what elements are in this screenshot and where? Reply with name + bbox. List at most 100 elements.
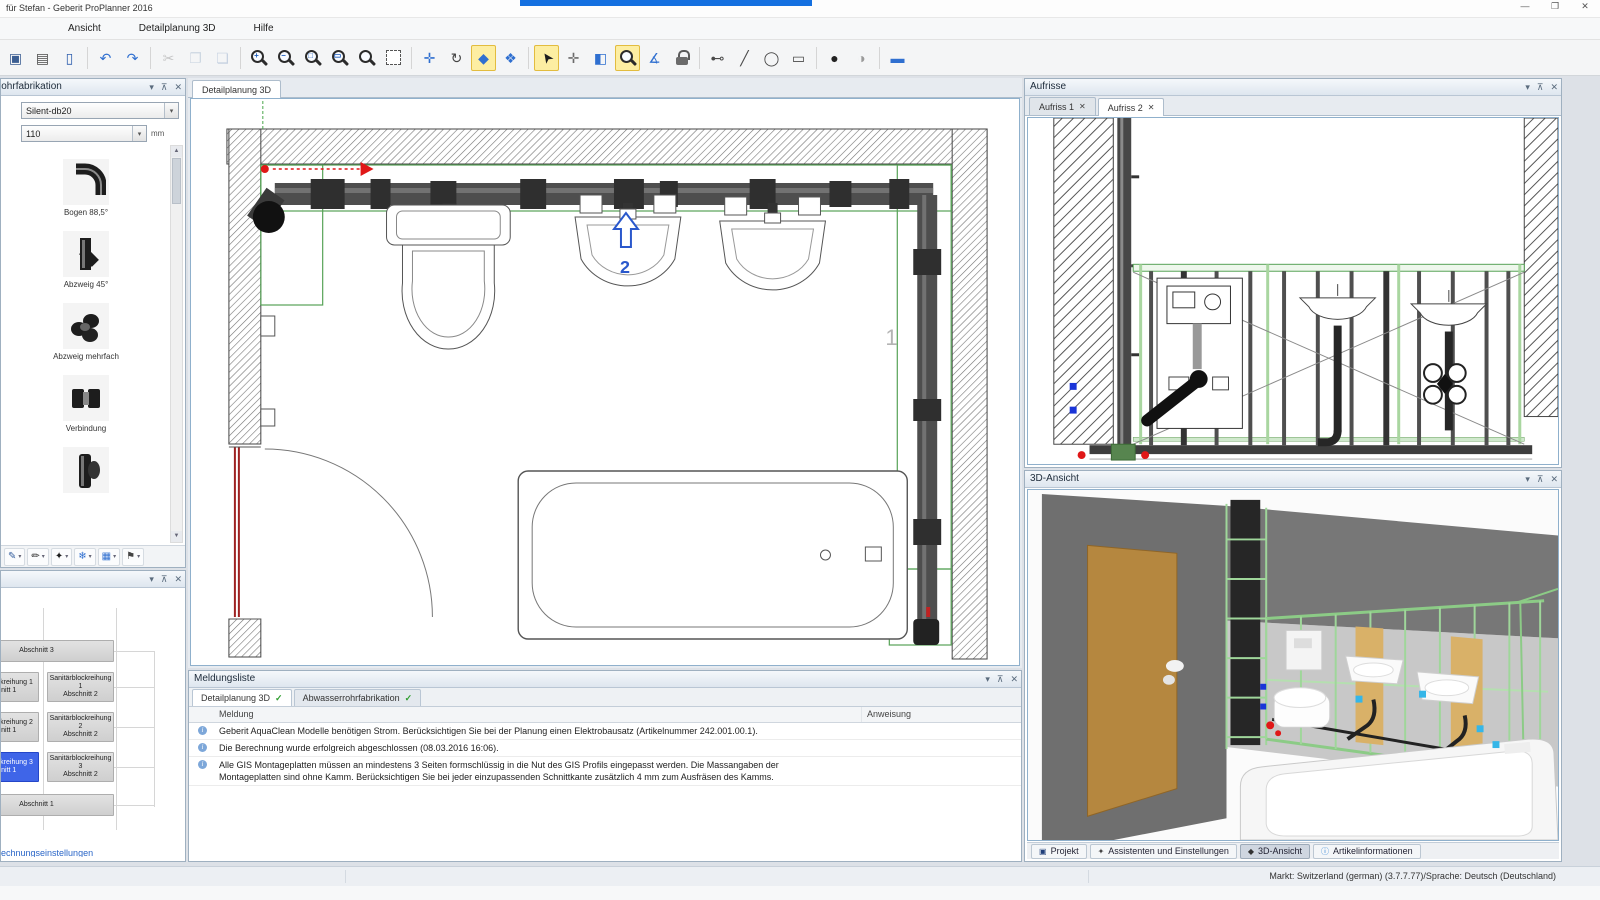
minimize-button[interactable]: — — [1518, 1, 1532, 12]
close-button[interactable]: ✕ — [1578, 1, 1592, 12]
chevron-down-icon[interactable]: ▾ — [149, 80, 154, 95]
move-button[interactable]: ✛ — [561, 45, 586, 71]
block-cell[interactable]: Sanitärblockreihung 1Abschnitt 1 — [1, 672, 39, 702]
component-select-button[interactable]: ◧ — [588, 45, 613, 71]
close-icon[interactable]: ✕ — [1550, 80, 1558, 95]
tab-artikelinformationen[interactable]: ⓘArtikelinformationen — [1313, 844, 1421, 859]
edit-tool-button[interactable]: ✎▾ — [4, 548, 25, 566]
tab-aufriss-1[interactable]: Aufriss 1✕ — [1029, 97, 1096, 115]
chevron-down-icon[interactable]: ▾ — [1525, 80, 1530, 95]
pan-button[interactable]: ✛ — [417, 45, 442, 71]
ellipse-tool-button[interactable]: ◯ — [759, 45, 784, 71]
message-row[interactable]: iGeberit AquaClean Modelle benötigen Str… — [189, 723, 1021, 740]
elevation-canvas[interactable] — [1027, 117, 1559, 465]
pipe-run-button[interactable]: ▬ — [885, 45, 910, 71]
highlight-parts-button[interactable]: ◆ — [471, 45, 496, 71]
pin-icon[interactable]: ⊼ — [161, 80, 168, 95]
measure-button[interactable]: ∡ — [642, 45, 667, 71]
menu-ansicht[interactable]: Ansicht — [58, 20, 111, 37]
close-icon[interactable]: ✕ — [174, 80, 182, 95]
sphere-dark-button[interactable]: ● — [822, 45, 847, 71]
system-select[interactable]: Silent-db20 ▾ — [21, 102, 179, 119]
tab-aufriss-2[interactable]: Aufriss 2✕ — [1098, 98, 1165, 116]
pin-icon[interactable]: ⊼ — [997, 672, 1004, 687]
calculation-settings-link[interactable]: Berechnungseinstellungen — [1, 848, 93, 857]
tab-assistenten-und-einstellungen[interactable]: ✦Assistenten und Einstellungen — [1090, 844, 1237, 859]
messages-table-header: Meldung Anweisung — [189, 707, 1021, 723]
layer-tool-button[interactable]: ⚑▾ — [122, 548, 144, 566]
zoom-fit-button[interactable]: ▭ — [327, 45, 352, 71]
zoom-region-button[interactable] — [381, 45, 406, 71]
parts-scrollbar[interactable]: ▲ ▼ — [170, 145, 183, 543]
close-icon[interactable]: ✕ — [1148, 103, 1155, 112]
sphere-light-button[interactable]: ◑ — [849, 45, 874, 71]
diameter-select[interactable]: 110 ▾ — [21, 125, 147, 142]
menu-hilfe[interactable]: Hilfe — [244, 20, 284, 37]
dimension-button[interactable]: ⊷ — [705, 45, 730, 71]
chevron-down-icon[interactable]: ▾ — [164, 103, 178, 118]
view-3d-canvas[interactable] — [1027, 489, 1559, 841]
cut-button[interactable]: ✂ — [156, 45, 181, 71]
redo-button[interactable]: ↷ — [120, 45, 145, 71]
tab-projekt[interactable]: ▣Projekt — [1031, 844, 1087, 859]
catalog-item[interactable]: Bogen 88,5° — [3, 159, 169, 217]
undo-button[interactable]: ↶ — [93, 45, 118, 71]
pin-icon[interactable]: ⊼ — [1537, 80, 1544, 95]
message-row[interactable]: iDie Berechnung wurde erfolgreich abgesc… — [189, 740, 1021, 757]
draw-tool-button[interactable]: ✏▾ — [27, 548, 48, 566]
block-cell[interactable]: Sanitärblockreihung 1Abschnitt 2 — [47, 672, 114, 702]
marker-tool-button[interactable]: ✦▾ — [51, 548, 72, 566]
copy-button[interactable]: ❐ — [183, 45, 208, 71]
scroll-up-icon[interactable]: ▲ — [171, 146, 182, 157]
zoom-previous-button[interactable] — [354, 45, 379, 71]
block-cell[interactable]: Sanitärblockreihung 2Abschnitt 1 — [1, 712, 39, 742]
catalog-item[interactable]: Verbindung — [3, 375, 169, 433]
close-icon[interactable]: ✕ — [1550, 472, 1558, 487]
block-cell[interactable]: Sanitärblockreihung 2Abschnitt 2 — [47, 712, 114, 742]
scrollbar-thumb[interactable] — [172, 158, 181, 204]
scroll-down-icon[interactable]: ▼ — [171, 531, 182, 542]
paint-parts-button[interactable]: ❖ — [498, 45, 523, 71]
tab-3d-ansicht[interactable]: ◆3D-Ansicht — [1240, 844, 1310, 859]
block-cell[interactable]: Sanitärblockreihung 3Abschnitt 1 — [1, 752, 39, 782]
print-button[interactable]: ▤ — [30, 45, 55, 71]
catalog-item[interactable] — [3, 447, 169, 496]
lock-button[interactable] — [669, 45, 694, 71]
grid-tool-button[interactable]: ▦▾ — [98, 548, 120, 566]
close-icon[interactable]: ✕ — [1010, 672, 1018, 687]
maximize-button[interactable]: ❐ — [1548, 1, 1562, 12]
chevron-down-icon[interactable]: ▾ — [149, 572, 154, 587]
rect-tool-button[interactable]: ▭ — [786, 45, 811, 71]
pin-icon[interactable]: ⊼ — [161, 572, 168, 587]
catalog-item[interactable]: Abzweig mehrfach — [3, 303, 169, 361]
zoom-selection-button[interactable] — [615, 45, 640, 71]
orbit-button[interactable]: ↻ — [444, 45, 469, 71]
menu-detailplanung-3d[interactable]: Detailplanung 3D — [129, 20, 226, 37]
close-icon[interactable]: ✕ — [1079, 102, 1086, 111]
save-button[interactable]: ▣ — [3, 45, 28, 71]
chevron-down-icon[interactable]: ▾ — [1525, 472, 1530, 487]
tab-detailplanung-3d[interactable]: Detailplanung 3D — [192, 80, 281, 98]
message-row[interactable]: iAlle GIS Montageplatten müssen an minde… — [189, 757, 1021, 786]
section-cell-top[interactable]: Abschnitt 3 — [1, 640, 114, 662]
select-cursor-button[interactable]: ➤ — [534, 45, 559, 71]
catalog-item[interactable]: Abzweig 45° — [3, 231, 169, 289]
line-tool-button[interactable]: ╱ — [732, 45, 757, 71]
message-tab-detailplanung-3d[interactable]: Detailplanung 3D✓ — [192, 689, 292, 706]
chevron-down-icon[interactable]: ▾ — [985, 672, 990, 687]
message-tab-abwasserrohrfabrikation[interactable]: Abwasserrohrfabrikation✓ — [294, 689, 422, 706]
pin-icon[interactable]: ⊼ — [1537, 472, 1544, 487]
snap-tool-button[interactable]: ❄▾ — [74, 548, 95, 566]
close-icon[interactable]: ✕ — [174, 572, 182, 587]
zoom-in-button[interactable]: + — [246, 45, 271, 71]
block-cell[interactable]: Sanitärblockreihung 3Abschnitt 2 — [47, 752, 114, 782]
zoom-window-button[interactable]: □ — [300, 45, 325, 71]
paste-button[interactable]: ❏ — [210, 45, 235, 71]
floor-plan-canvas[interactable]: 2 1 — [190, 98, 1020, 666]
assistants-icon: ✦ — [1098, 847, 1105, 856]
report-button[interactable]: ▯ — [57, 45, 82, 71]
section-cell-bottom[interactable]: Abschnitt 1 — [1, 794, 114, 816]
chevron-down-icon[interactable]: ▾ — [132, 126, 146, 141]
zoom-out-button[interactable]: − — [273, 45, 298, 71]
magnifier-icon: + — [250, 49, 267, 66]
